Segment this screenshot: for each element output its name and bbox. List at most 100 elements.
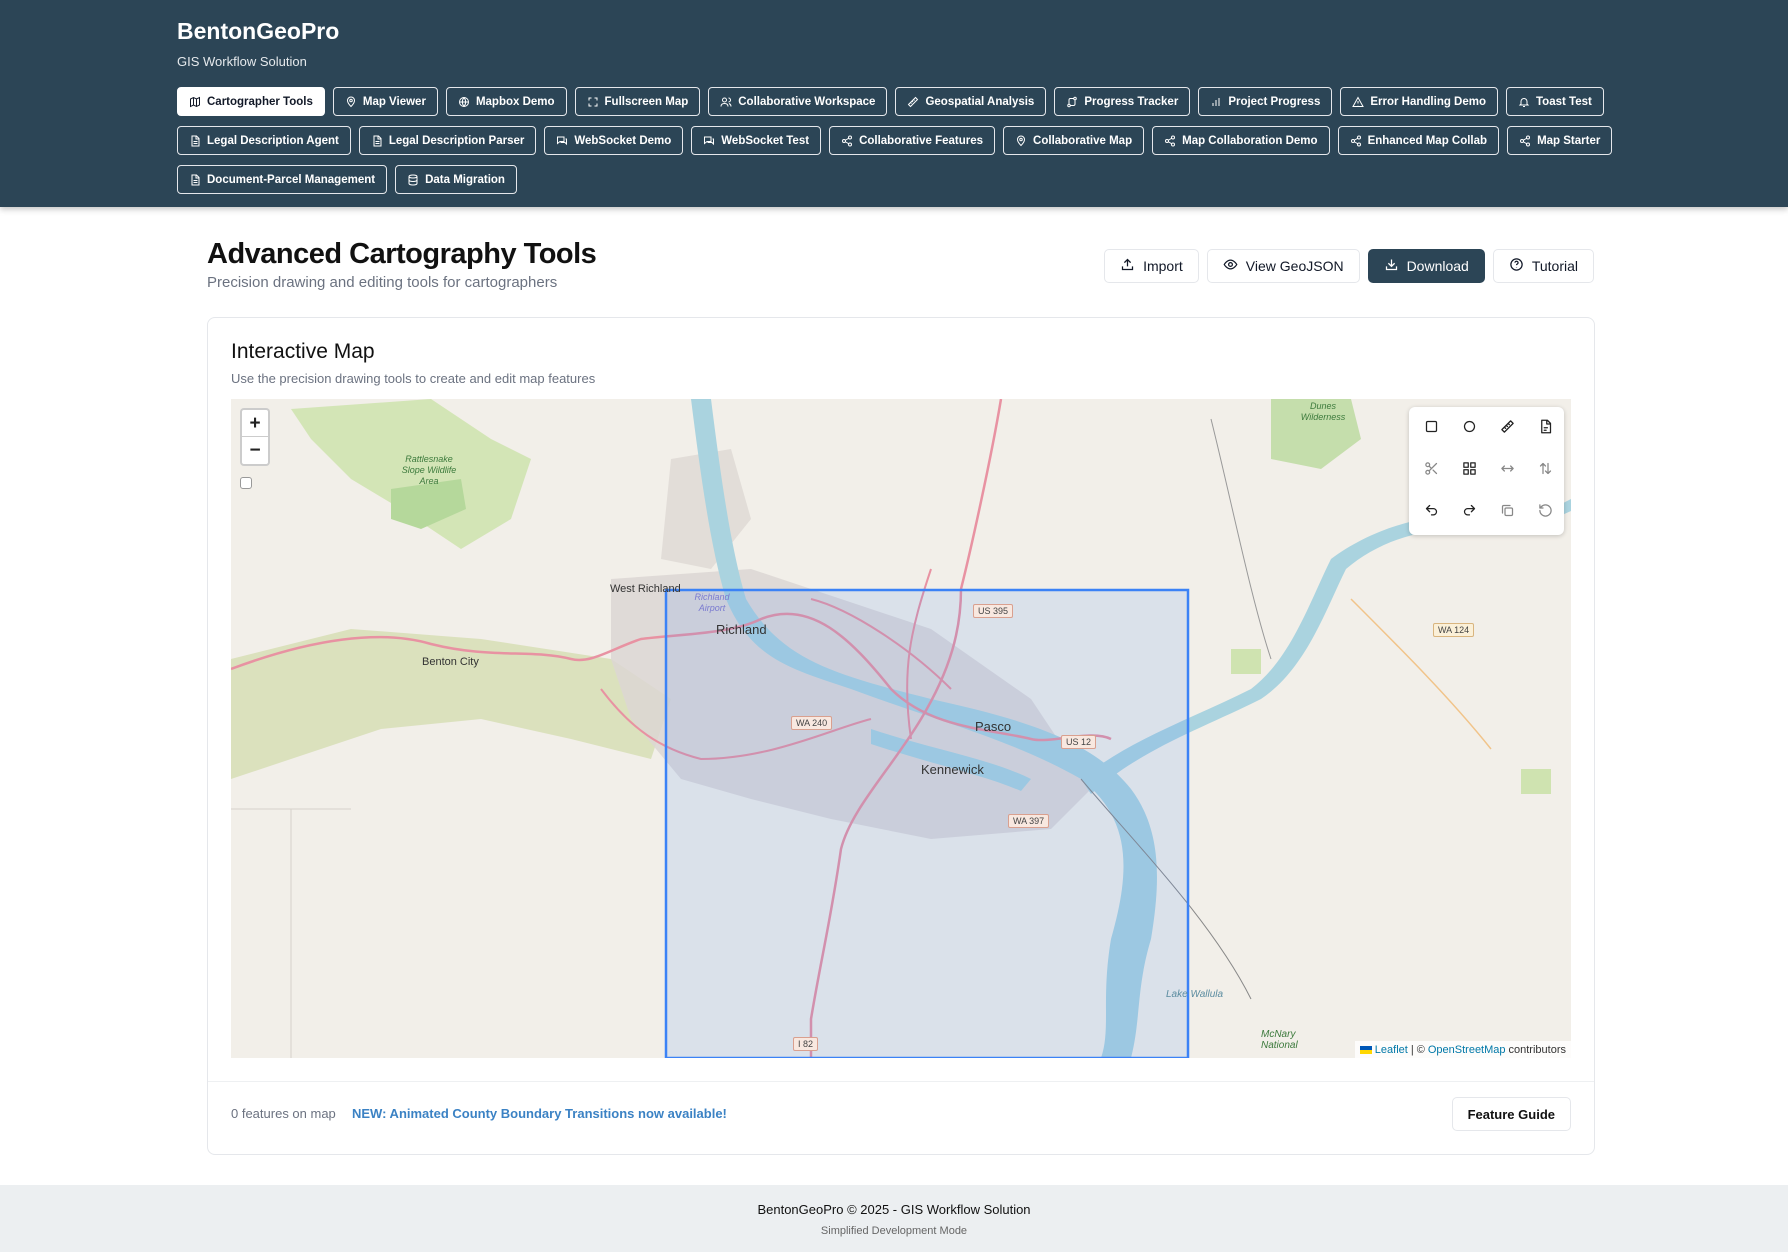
export-file-button[interactable] [1529, 413, 1561, 445]
nav-label: WebSocket Test [721, 134, 810, 147]
copy-button[interactable] [1491, 497, 1523, 529]
group-button[interactable] [1453, 455, 1485, 487]
zoom-in-button[interactable]: + [242, 410, 268, 437]
label-airport: Richland Airport [694, 592, 730, 613]
page-subtitle: Precision drawing and editing tools for … [207, 274, 558, 291]
nav-error-handling-demo[interactable]: Error Handling Demo [1340, 87, 1499, 116]
nav-collaborative-map[interactable]: Collaborative Map [1003, 126, 1145, 155]
reset-button[interactable] [1529, 497, 1561, 529]
pin-icon [1015, 135, 1027, 147]
nav-cartographer-tools[interactable]: Cartographer Tools [177, 87, 325, 116]
flip-vertical-button[interactable] [1529, 455, 1561, 487]
nav-label: Map Collaboration Demo [1182, 134, 1318, 147]
nav-label: Document-Parcel Management [207, 173, 376, 186]
map-card: Interactive Map Use the precision drawin… [207, 317, 1595, 1155]
nav-label: Mapbox Demo [475, 95, 555, 108]
draw-circle-button[interactable] [1453, 413, 1485, 445]
download-icon [1384, 257, 1399, 275]
arrows-vertical-icon [1538, 461, 1553, 481]
rotate-ccw-icon [1538, 503, 1553, 523]
zoom-out-button[interactable]: − [242, 437, 268, 464]
nav-fullscreen-map[interactable]: Fullscreen Map [574, 87, 701, 116]
nav-label: Data Migration [425, 173, 505, 186]
page-actions: Import View GeoJSON Download Tutorial [1104, 249, 1594, 283]
expand-icon [587, 96, 599, 108]
file-icon [1538, 419, 1553, 439]
leaflet-link[interactable]: Leaflet [1375, 1044, 1408, 1056]
route-icon [1066, 96, 1078, 108]
import-button[interactable]: Import [1104, 249, 1199, 283]
document-icon [189, 174, 201, 186]
nav-project-progress[interactable]: Project Progress [1198, 87, 1333, 116]
undo-button[interactable] [1415, 497, 1447, 529]
app-title: BentonGeoPro [177, 18, 340, 44]
help-circle-icon [1509, 257, 1524, 275]
tutorial-label: Tutorial [1531, 258, 1578, 274]
nav-label: Collaborative Features [859, 134, 984, 147]
nav-map-viewer[interactable]: Map Viewer [332, 87, 438, 116]
chat-icon [703, 135, 715, 147]
main-nav: Cartographer Tools Map Viewer Mapbox Dem… [177, 87, 1613, 204]
nav-label: Toast Test [1536, 95, 1592, 108]
nav-data-migration[interactable]: Data Migration [395, 165, 517, 194]
nav-mapbox-demo[interactable]: Mapbox Demo [445, 87, 567, 116]
redo-button[interactable] [1453, 497, 1485, 529]
bar-chart-icon [1210, 96, 1222, 108]
database-icon [407, 174, 419, 186]
cut-button[interactable] [1415, 455, 1447, 487]
draw-rectangle-button[interactable] [1415, 413, 1447, 445]
map-layer-toggle[interactable] [240, 477, 252, 489]
nav-collaborative-features[interactable]: Collaborative Features [829, 126, 996, 155]
nav-collaborative-workspace[interactable]: Collaborative Workspace [708, 87, 888, 116]
nav-label: Collaborative Workspace [738, 95, 876, 108]
nav-label: Collaborative Map [1033, 134, 1133, 147]
nav-label: Map Starter [1537, 134, 1601, 147]
nav-row-1: Cartographer Tools Map Viewer Mapbox Dem… [177, 87, 1604, 116]
document-icon [189, 135, 201, 147]
download-label: Download [1406, 258, 1469, 274]
nav-label: Enhanced Map Collab [1367, 134, 1488, 147]
promo-banner: NEW: Animated County Boundary Transition… [352, 1106, 727, 1121]
footer-copyright: BentonGeoPro © 2025 - GIS Workflow Solut… [757, 1202, 1031, 1217]
nav-legal-description-parser[interactable]: Legal Description Parser [358, 126, 537, 155]
nav-label: Legal Description Parser [388, 134, 525, 147]
nav-label: Fullscreen Map [604, 95, 689, 108]
view-geojson-button[interactable]: View GeoJSON [1206, 249, 1360, 283]
nav-websocket-demo[interactable]: WebSocket Demo [544, 126, 684, 155]
page-footer: BentonGeoPro © 2025 - GIS Workflow Solut… [0, 1185, 1788, 1252]
nav-map-collaboration-demo[interactable]: Map Collaboration Demo [1152, 126, 1330, 155]
arrows-horizontal-icon [1500, 461, 1515, 481]
redo-icon [1462, 503, 1477, 523]
nav-enhanced-map-collab[interactable]: Enhanced Map Collab [1337, 126, 1500, 155]
download-button[interactable]: Download [1367, 249, 1485, 283]
nav-document-parcel-management[interactable]: Document-Parcel Management [177, 165, 388, 194]
nav-progress-tracker[interactable]: Progress Tracker [1054, 87, 1191, 116]
pin-icon [345, 96, 357, 108]
label-pasco: Pasco [975, 719, 1012, 734]
app-header: BentonGeoPro GIS Workflow Solution Carto… [0, 0, 1788, 207]
nav-geospatial-analysis[interactable]: Geospatial Analysis [895, 87, 1047, 116]
road-shield: WA 397 [1008, 814, 1050, 828]
map-tiles [231, 399, 1571, 1058]
zoom-control: + − [240, 408, 270, 466]
flip-horizontal-button[interactable] [1491, 455, 1523, 487]
measure-button[interactable] [1491, 413, 1523, 445]
tutorial-button[interactable]: Tutorial [1492, 249, 1594, 283]
interactive-map[interactable]: Richland West Richland Benton City Pasco… [231, 399, 1571, 1058]
ruler-icon [1500, 419, 1515, 439]
drawing-toolbar [1409, 407, 1564, 535]
upload-icon [1120, 257, 1135, 275]
road-shield: US 12 [1061, 735, 1097, 749]
nav-map-starter[interactable]: Map Starter [1507, 126, 1613, 155]
osm-link[interactable]: OpenStreetMap [1428, 1044, 1506, 1056]
road-shield: WA 124 [1433, 623, 1475, 637]
nav-legal-description-agent[interactable]: Legal Description Agent [177, 126, 351, 155]
import-label: Import [1143, 258, 1183, 274]
nav-websocket-test[interactable]: WebSocket Test [691, 126, 822, 155]
label-mcnary: McNary National [1261, 1029, 1298, 1051]
warning-icon [1352, 95, 1365, 108]
nav-row-2: Legal Description Agent Legal Descriptio… [177, 126, 1613, 155]
nav-row-3: Document-Parcel Management Data Migratio… [177, 165, 1597, 194]
feature-guide-button[interactable]: Feature Guide [1451, 1097, 1571, 1131]
nav-toast-test[interactable]: Toast Test [1506, 87, 1604, 116]
